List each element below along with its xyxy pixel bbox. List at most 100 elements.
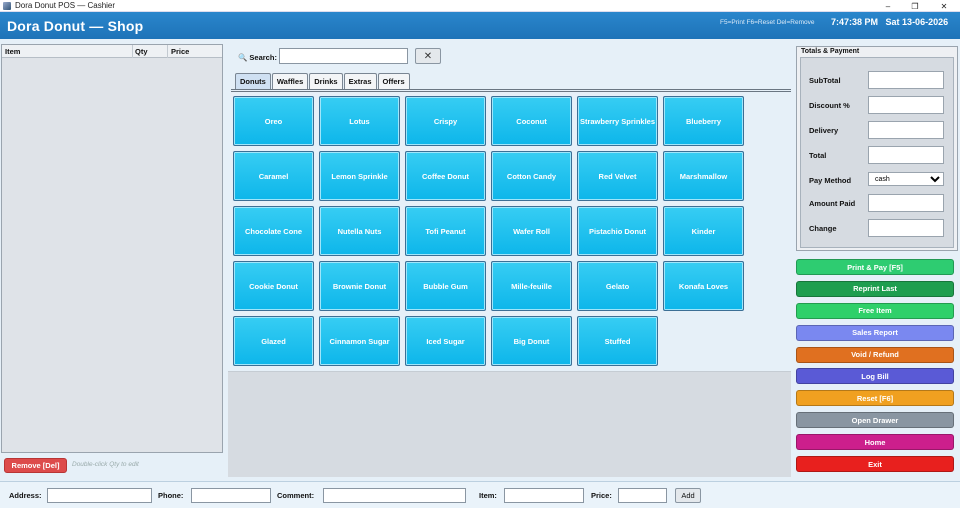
product-button[interactable]: Gelato <box>577 261 658 311</box>
subtotal-label: SubTotal <box>809 76 841 85</box>
product-button[interactable]: Kinder <box>663 206 744 256</box>
order-table[interactable]: Item Qty Price <box>1 44 223 453</box>
product-grid: Oreo Lotus Crispy Coconut Strawberry Sprinkl… <box>233 96 753 371</box>
clock: 7:47:38 PM Sat 13-06-2026 <box>831 17 948 27</box>
col-item[interactable]: Item <box>5 47 20 56</box>
tab-extras[interactable]: Extras <box>343 73 377 89</box>
product-button[interactable]: Pistachio Donut <box>577 206 658 256</box>
discount-label: Discount % <box>809 101 850 110</box>
edit-hint: Double-click Qty to edit <box>72 461 139 468</box>
product-button[interactable]: Nutella Nuts <box>319 206 400 256</box>
product-button[interactable]: Konafa Loves <box>663 261 744 311</box>
col-price[interactable]: Price <box>171 47 189 56</box>
product-button[interactable]: Brownie Donut <box>319 261 400 311</box>
product-button[interactable]: Stuffed <box>577 316 658 366</box>
home-button[interactable]: Home <box>796 434 954 451</box>
remove-button[interactable]: Remove [Del] <box>4 458 67 473</box>
product-button[interactable]: Cinnamon Sugar <box>319 316 400 366</box>
reset-button[interactable]: Reset [F6] <box>796 390 954 407</box>
pay-method-label: Pay Method <box>809 176 852 185</box>
price-input[interactable] <box>618 488 667 503</box>
product-button[interactable]: Lotus <box>319 96 400 146</box>
pay-method-select[interactable]: cash <box>868 172 944 186</box>
log-bill-button[interactable]: Log Bill <box>796 368 954 385</box>
app-header: Dora Donut — Shop F5=Print F6=Reset Del=… <box>0 12 960 39</box>
comment-label: Comment: <box>277 491 315 500</box>
product-button[interactable]: Crispy <box>405 96 486 146</box>
item-label: Item: <box>479 491 497 500</box>
column-divider[interactable] <box>132 45 133 58</box>
tab-offers[interactable]: Offers <box>377 73 410 89</box>
address-label: Address: <box>9 491 42 500</box>
product-button[interactable]: Blueberry <box>663 96 744 146</box>
phone-input[interactable] <box>191 488 271 503</box>
product-button[interactable]: Caramel <box>233 151 314 201</box>
tab-divider <box>231 89 791 92</box>
item-input[interactable] <box>504 488 584 503</box>
sales-report-button[interactable]: Sales Report <box>796 324 954 341</box>
product-button[interactable]: Strawberry Sprinkles <box>577 96 658 146</box>
open-drawer-button[interactable]: Open Drawer <box>796 412 954 429</box>
amount-paid-field[interactable] <box>868 194 944 212</box>
discount-field[interactable] <box>868 96 944 114</box>
column-divider[interactable] <box>167 45 168 58</box>
free-item-button[interactable]: Free Item <box>796 302 954 319</box>
category-tabs: Donuts Waffles Drinks Extras Offers <box>235 73 411 89</box>
delivery-label: Delivery <box>809 126 839 135</box>
window-titlebar: Dora Donut POS — Cashier – ❐ ✕ <box>0 0 960 12</box>
col-qty[interactable]: Qty <box>135 47 148 56</box>
product-button[interactable]: Chocolate Cone <box>233 206 314 256</box>
product-button[interactable]: Mille-feuille <box>491 261 572 311</box>
total-label: Total <box>809 151 827 160</box>
window-title: Dora Donut POS — Cashier <box>15 1 116 10</box>
delivery-bar: Address: Phone: Comment: Item: Price: Ad… <box>0 481 960 508</box>
subtotal-field[interactable] <box>868 71 944 89</box>
void-refund-button[interactable]: Void / Refund <box>796 346 954 363</box>
reprint-last-button[interactable]: Reprint Last <box>796 280 954 297</box>
product-button[interactable]: Bubble Gum <box>405 261 486 311</box>
tab-drinks[interactable]: Drinks <box>309 73 343 89</box>
app-icon <box>3 1 11 10</box>
change-label: Change <box>809 224 837 233</box>
search-input[interactable] <box>279 48 408 64</box>
empty-area <box>228 371 791 477</box>
tab-waffles[interactable]: Waffles <box>271 73 309 89</box>
product-button[interactable]: Tofi Peanut <box>405 206 486 256</box>
address-input[interactable] <box>47 488 152 503</box>
clear-search-button[interactable]: ✕ <box>415 48 441 64</box>
product-button[interactable]: Marshmallow <box>663 151 744 201</box>
total-field[interactable] <box>868 146 944 164</box>
comment-input[interactable] <box>323 488 466 503</box>
exit-button[interactable]: Exit <box>796 456 954 473</box>
product-button[interactable]: Red Velvet <box>577 151 658 201</box>
price-label: Price: <box>591 491 612 500</box>
search-label: 🔍 Search: <box>238 53 277 62</box>
maximize-icon[interactable]: ❐ <box>903 0 927 12</box>
action-buttons: Print & Pay [F5] Reprint Last Free Item Sal… <box>796 259 954 478</box>
shortcut-hint: F5=Print F6=Reset Del=Remove <box>720 19 815 26</box>
tab-donuts[interactable]: Donuts <box>235 73 271 89</box>
product-area: 🔍 Search: ✕ Donuts Waffles Drinks Extras Off… <box>228 44 791 477</box>
close-icon[interactable]: ✕ <box>932 0 956 12</box>
product-button[interactable]: Coconut <box>491 96 572 146</box>
product-button[interactable]: Glazed <box>233 316 314 366</box>
add-button[interactable]: Add <box>675 488 701 503</box>
product-button[interactable]: Iced Sugar <box>405 316 486 366</box>
product-button[interactable]: Wafer Roll <box>491 206 572 256</box>
delivery-field[interactable] <box>868 121 944 139</box>
product-button[interactable]: Cookie Donut <box>233 261 314 311</box>
clock-date: Sat 13-06-2026 <box>885 17 949 27</box>
amount-paid-label: Amount Paid <box>809 199 856 208</box>
totals-panel: Totals & Payment SubTotal Discount % Del… <box>796 46 958 251</box>
product-button[interactable]: Coffee Donut <box>405 151 486 201</box>
product-button[interactable]: Lemon Sprinkle <box>319 151 400 201</box>
order-table-header: Item Qty Price <box>2 45 222 58</box>
product-button[interactable]: Oreo <box>233 96 314 146</box>
minimize-icon[interactable]: – <box>876 0 900 12</box>
product-button[interactable]: Big Donut <box>491 316 572 366</box>
product-button[interactable]: Cotton Candy <box>491 151 572 201</box>
change-field[interactable] <box>868 219 944 237</box>
phone-label: Phone: <box>158 491 184 500</box>
totals-caption: Totals & Payment <box>801 48 860 55</box>
print-pay-button[interactable]: Print & Pay [F5] <box>796 259 954 275</box>
